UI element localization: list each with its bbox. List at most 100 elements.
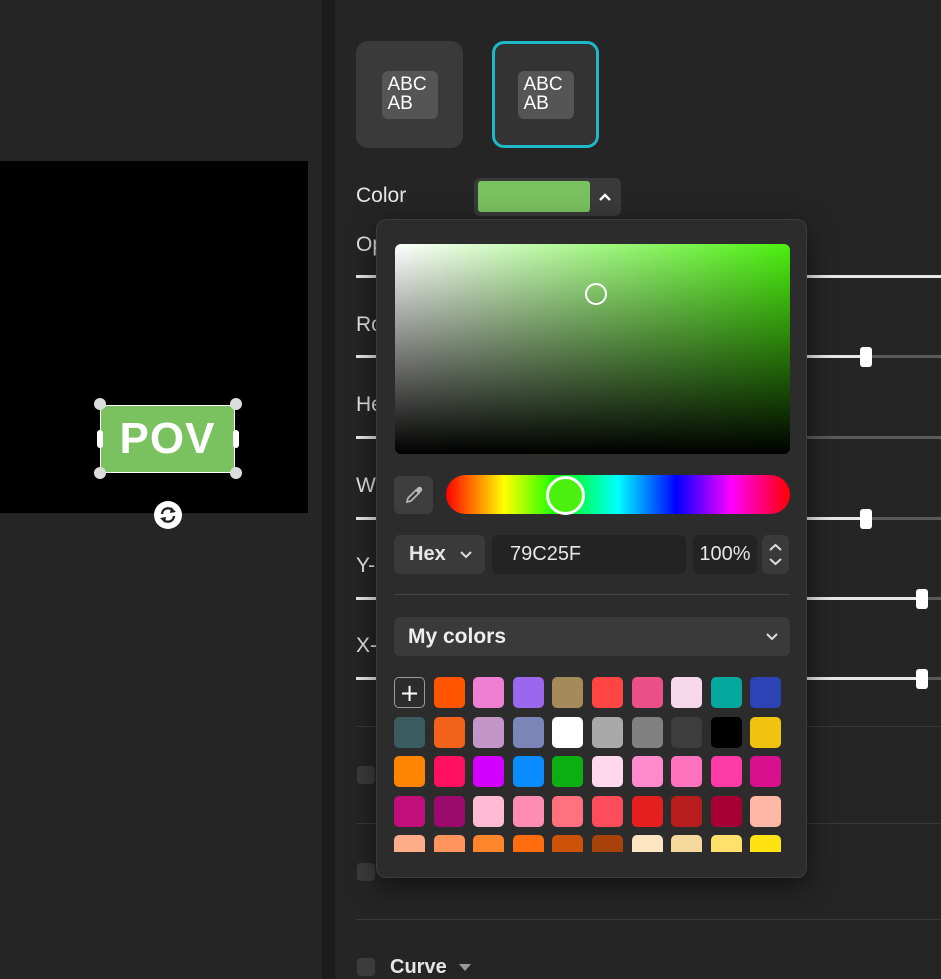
rotate-handle[interactable] <box>154 501 182 529</box>
color-format-select[interactable]: Hex <box>394 535 485 574</box>
resize-handle-right[interactable] <box>233 430 239 448</box>
opacity-stepper[interactable] <box>762 535 789 574</box>
color-swatch-option[interactable] <box>552 756 583 787</box>
opacity-slider-fill[interactable] <box>806 275 941 278</box>
palette-dropdown[interactable]: My colors <box>394 617 790 656</box>
resize-handle-bottom-right[interactable] <box>230 467 242 479</box>
color-swatch-option[interactable] <box>750 835 781 852</box>
color-swatch[interactable] <box>478 181 590 212</box>
text-style-tile-bubble[interactable]: ABC AB <box>492 41 599 148</box>
color-swatch-option[interactable] <box>513 717 544 748</box>
color-swatch-option[interactable] <box>671 796 702 827</box>
color-swatch-option[interactable] <box>434 835 465 852</box>
color-swatch-option[interactable] <box>434 756 465 787</box>
color-swatch-option[interactable] <box>632 756 663 787</box>
resize-handle-top-right[interactable] <box>230 398 242 410</box>
color-swatch-option[interactable] <box>552 717 583 748</box>
panel-divider[interactable] <box>322 0 335 979</box>
color-swatch-option[interactable] <box>513 796 544 827</box>
roundness-slider-rest[interactable] <box>866 355 941 358</box>
text-style-tile-plain[interactable]: ABC AB <box>356 41 463 148</box>
color-swatch-option[interactable] <box>711 796 742 827</box>
color-swatch-option[interactable] <box>473 835 504 852</box>
color-swatch-option[interactable] <box>592 677 623 708</box>
color-swatch-option[interactable] <box>552 796 583 827</box>
color-swatch-option[interactable] <box>711 717 742 748</box>
color-swatch-option[interactable] <box>552 677 583 708</box>
x-slider-thumb[interactable] <box>916 669 928 689</box>
color-swatch-option[interactable] <box>592 835 623 852</box>
width-slider-thumb[interactable] <box>860 509 872 529</box>
color-format-value: Hex <box>409 543 446 565</box>
width-slider-fill[interactable] <box>806 517 866 520</box>
caret-down-icon[interactable] <box>458 962 472 972</box>
opacity-slider-track[interactable] <box>356 275 378 278</box>
color-swatch-option[interactable] <box>394 835 425 852</box>
chevron-up-icon <box>599 193 611 201</box>
color-swatch-option[interactable] <box>394 756 425 787</box>
x-slider-track[interactable] <box>356 677 378 680</box>
height-slider-rest[interactable] <box>806 436 941 439</box>
color-swatch-option[interactable] <box>632 717 663 748</box>
palette-dropdown-label: My colors <box>408 625 507 648</box>
eyedropper-button[interactable] <box>394 476 433 514</box>
color-swatch-option[interactable] <box>632 835 663 852</box>
opacity-input[interactable]: 100% <box>693 535 757 574</box>
roundness-slider-thumb[interactable] <box>860 347 872 367</box>
text-overlay-box[interactable]: POV <box>100 405 235 473</box>
color-swatch-option[interactable] <box>434 677 465 708</box>
color-swatch-option[interactable] <box>394 717 425 748</box>
color-swatch-option[interactable] <box>592 796 623 827</box>
color-swatch-option[interactable] <box>513 677 544 708</box>
text-overlay-label: POV <box>119 414 216 463</box>
hue-slider-thumb[interactable] <box>546 476 585 515</box>
saturation-value-area[interactable] <box>395 244 790 454</box>
color-swatch-option[interactable] <box>711 835 742 852</box>
x-slider-fill[interactable] <box>806 677 922 680</box>
resize-handle-top-left[interactable] <box>94 398 106 410</box>
color-swatch-option[interactable] <box>671 717 702 748</box>
curve-checkbox[interactable] <box>357 958 375 976</box>
saturation-value-cursor[interactable] <box>585 283 607 305</box>
shadow-checkbox[interactable] <box>357 863 375 881</box>
color-swatch-option[interactable] <box>434 796 465 827</box>
color-swatch-option[interactable] <box>473 796 504 827</box>
color-swatch-option[interactable] <box>671 756 702 787</box>
color-swatch-option[interactable] <box>750 796 781 827</box>
color-swatch-option[interactable] <box>473 756 504 787</box>
color-swatch-option[interactable] <box>750 677 781 708</box>
color-swatch-option[interactable] <box>513 756 544 787</box>
color-swatch-option[interactable] <box>513 835 544 852</box>
color-swatch-option[interactable] <box>711 677 742 708</box>
color-swatch-option[interactable] <box>750 717 781 748</box>
color-swatch-option[interactable] <box>632 677 663 708</box>
color-swatch-option[interactable] <box>592 756 623 787</box>
y-slider-fill[interactable] <box>806 597 922 600</box>
color-swatch-option[interactable] <box>394 796 425 827</box>
color-swatch-option[interactable] <box>592 717 623 748</box>
color-swatch-option[interactable] <box>671 677 702 708</box>
color-swatch-option[interactable] <box>750 756 781 787</box>
hue-slider[interactable] <box>446 475 790 514</box>
roundness-slider-track[interactable] <box>356 355 378 358</box>
color-swatch-option[interactable] <box>552 835 583 852</box>
color-swatch-option[interactable] <box>473 677 504 708</box>
color-swatch-option[interactable] <box>632 796 663 827</box>
color-swatch-option[interactable] <box>671 835 702 852</box>
resize-handle-left[interactable] <box>97 430 103 448</box>
width-slider-rest[interactable] <box>866 517 941 520</box>
color-swatch-option[interactable] <box>711 756 742 787</box>
color-swatch-option[interactable] <box>473 717 504 748</box>
section-checkbox[interactable] <box>357 766 375 784</box>
resize-handle-bottom-left[interactable] <box>94 467 106 479</box>
y-slider-thumb[interactable] <box>916 589 928 609</box>
rotate-icon <box>160 507 176 523</box>
y-slider-track[interactable] <box>356 597 378 600</box>
hex-input[interactable]: 79C25F <box>492 535 686 574</box>
width-slider-track[interactable] <box>356 517 378 520</box>
text-style-preview: ABC AB <box>517 70 574 119</box>
add-color-button[interactable]: + <box>394 677 425 708</box>
height-slider-track[interactable] <box>356 436 378 439</box>
roundness-slider-fill[interactable] <box>806 355 866 358</box>
color-swatch-option[interactable] <box>434 717 465 748</box>
